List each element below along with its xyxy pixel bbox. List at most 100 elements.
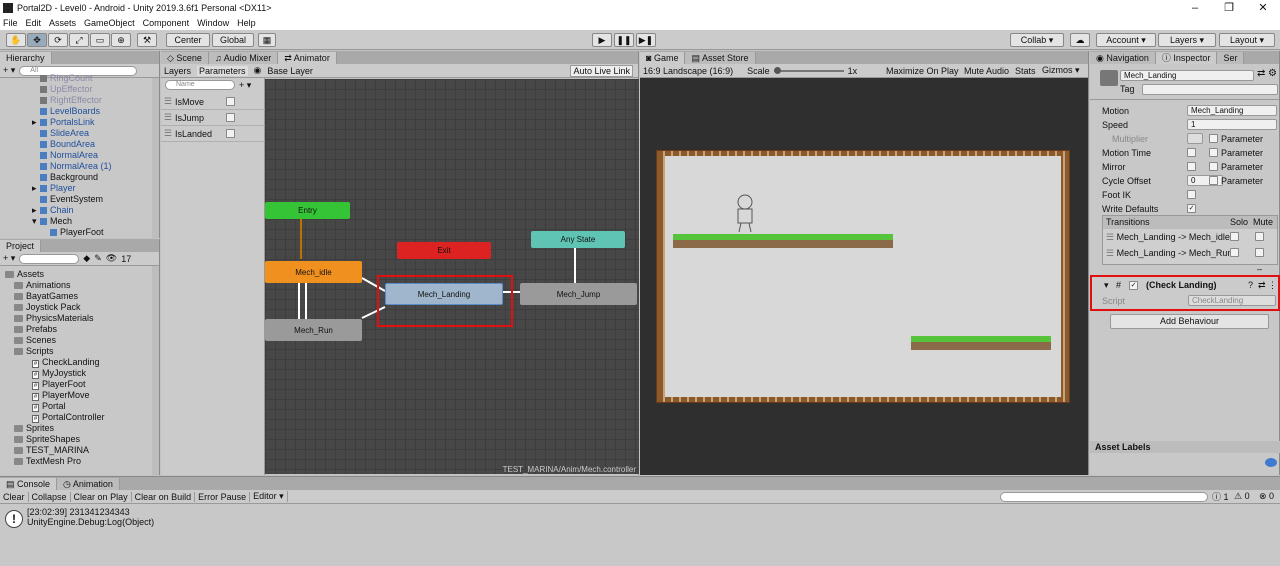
hierarchy-item[interactable]: Chain ▸	[32, 205, 74, 216]
project-item[interactable]: TextMesh Pro	[14, 456, 81, 467]
hierarchy-item[interactable]: LevelBoards	[40, 106, 100, 117]
clear-button[interactable]: Clear	[0, 491, 29, 502]
error-pause-button[interactable]: Error Pause	[195, 491, 251, 502]
state-any[interactable]: Any State	[531, 231, 625, 248]
state-mech-jump[interactable]: Mech_Jump	[520, 283, 637, 305]
base-layer-breadcrumb[interactable]: Base Layer	[267, 66, 313, 76]
state-mech-idle[interactable]: Mech_idle	[265, 261, 362, 283]
tab-animation[interactable]: ◷ Animation	[57, 478, 120, 490]
menu-gameobject[interactable]: GameObject	[84, 18, 135, 28]
auto-live-link-button[interactable]: Auto Live Link	[570, 64, 633, 77]
maximize-button[interactable]: ❐	[1212, 0, 1246, 16]
property-value-field[interactable]: Mech_Landing	[1187, 105, 1277, 116]
multiplier-dropdown[interactable]	[1187, 133, 1203, 144]
expand-arrow-icon[interactable]: ▸	[32, 183, 37, 194]
gizmos-dropdown[interactable]: Gizmos ▾	[1042, 65, 1080, 76]
hierarchy-item[interactable]: PlayerFoot	[50, 227, 104, 238]
game-viewport[interactable]	[656, 150, 1070, 403]
tab-animator[interactable]: ⇄ Animator	[278, 52, 337, 64]
parameter-row[interactable]: ☰ IsMove	[161, 94, 265, 110]
editor-dropdown[interactable]: Editor ▾	[250, 491, 288, 502]
asset-labels-icon[interactable]	[1265, 458, 1277, 467]
minimize-button[interactable]: –	[1178, 0, 1212, 16]
hierarchy-item[interactable]: Mech ▾	[32, 216, 72, 227]
pause-button[interactable]: ❚❚	[614, 33, 634, 47]
drag-handle-icon[interactable]: ☰	[164, 112, 172, 123]
parameter-checkbox[interactable]	[226, 113, 235, 122]
info-count[interactable]: ⓘ 1	[1212, 490, 1229, 503]
state-mech-run[interactable]: Mech_Run	[265, 319, 362, 341]
parameter-toggle-checkbox[interactable]	[1209, 134, 1218, 143]
project-item[interactable]: Scripts	[14, 346, 54, 357]
snap-icon[interactable]: ▦	[258, 33, 276, 47]
tab-asset-store[interactable]: ▤ Asset Store	[685, 52, 756, 64]
hierarchy-item[interactable]: RingCount	[40, 73, 93, 84]
hand-tool-icon[interactable]: ✋	[6, 33, 26, 47]
mute-checkbox[interactable]	[1255, 232, 1264, 241]
state-entry[interactable]: Entry	[265, 202, 350, 219]
hierarchy-item[interactable]: PortalsLink ▸	[32, 117, 95, 128]
parameter-toggle-checkbox[interactable]	[1209, 148, 1218, 157]
state-exit[interactable]: Exit	[397, 242, 491, 259]
hierarchy-item[interactable]: UpEffector	[40, 84, 92, 95]
property-checkbox[interactable]	[1187, 190, 1196, 199]
drag-handle-icon[interactable]: ☰	[1106, 248, 1114, 258]
menu-file[interactable]: File	[3, 18, 18, 28]
project-item[interactable]: # PlayerMove	[32, 390, 90, 401]
log-line-2[interactable]: UnityEngine.Debug:Log(Object)	[27, 517, 154, 527]
mute-audio-button[interactable]: Mute Audio	[964, 66, 1009, 76]
tab-hierarchy[interactable]: Hierarchy	[0, 52, 52, 64]
menu-component[interactable]: Component	[143, 18, 190, 28]
hierarchy-item[interactable]: RightEffector	[40, 95, 102, 106]
log-line-1[interactable]: [23:02:39] 231341234343	[27, 507, 130, 517]
parameter-row[interactable]: ☰ IsJump	[161, 110, 265, 126]
transition-row[interactable]: ☰ Mech_Landing -> Mech_Run	[1103, 245, 1277, 261]
menu-window[interactable]: Window	[197, 18, 229, 28]
project-item[interactable]: Scenes	[14, 335, 56, 346]
project-item[interactable]: Assets	[5, 269, 44, 280]
project-item[interactable]: # PlayerFoot	[32, 379, 86, 390]
pivot-global-button[interactable]: Global	[212, 33, 254, 47]
menu-help[interactable]: Help	[237, 18, 256, 28]
parameter-checkbox[interactable]	[226, 97, 235, 106]
hierarchy-add-button[interactable]: + ▾	[3, 65, 15, 76]
rect-tool-icon[interactable]: ▭	[90, 33, 110, 47]
animator-graph-canvas[interactable]: Entry Exit Any State Mech_idle Mech_Run …	[265, 79, 639, 474]
project-item[interactable]: # Portal	[32, 401, 66, 412]
scale-tool-icon[interactable]: ⤢	[69, 33, 89, 47]
custom-tool-icon[interactable]: ⚒	[137, 33, 157, 47]
remove-transition-button[interactable]: –	[1257, 264, 1262, 274]
property-value-field[interactable]: 1	[1187, 119, 1277, 130]
clear-on-build-button[interactable]: Clear on Build	[132, 491, 196, 502]
tab-navigation[interactable]: ◉ Navigation	[1090, 52, 1156, 64]
project-item[interactable]: # MyJoystick	[32, 368, 86, 379]
console-search-input[interactable]	[1000, 491, 1208, 502]
property-checkbox[interactable]	[1187, 148, 1196, 157]
account-dropdown[interactable]: Account ▾	[1096, 33, 1156, 47]
eye-icon[interactable]: ◉	[254, 65, 262, 76]
expand-arrow-icon[interactable]: ▾	[32, 216, 37, 227]
mute-checkbox[interactable]	[1255, 248, 1264, 257]
hierarchy-item[interactable]: NormalArea (1)	[40, 161, 112, 172]
project-item[interactable]: Joystick Pack	[14, 302, 81, 313]
project-search-input[interactable]	[19, 253, 80, 264]
error-count[interactable]: ⊗ 0	[1259, 491, 1274, 502]
parameter-search-input[interactable]: Name	[165, 80, 235, 90]
drag-handle-icon[interactable]: ☰	[1106, 232, 1114, 242]
solo-checkbox[interactable]	[1230, 232, 1239, 241]
clear-on-play-button[interactable]: Clear on Play	[71, 491, 132, 502]
close-button[interactable]: ✕	[1246, 0, 1280, 16]
parameter-toggle-checkbox[interactable]	[1209, 162, 1218, 171]
layers-dropdown[interactable]: Layers ▾	[1158, 33, 1216, 47]
parameter-row[interactable]: ☰ IsLanded	[161, 126, 265, 142]
tab-services[interactable]: Ser	[1217, 52, 1245, 64]
project-item[interactable]: Sprites	[14, 423, 54, 434]
stats-button[interactable]: Stats	[1015, 66, 1036, 76]
project-item[interactable]: # CheckLanding	[32, 357, 100, 368]
tab-audio-mixer[interactable]: ♫ Audio Mixer	[208, 52, 279, 64]
project-item[interactable]: BayatGames	[14, 291, 78, 302]
layout-dropdown[interactable]: Layout ▾	[1219, 33, 1275, 47]
cloud-icon[interactable]: ☁	[1070, 33, 1090, 47]
hierarchy-item[interactable]: Player ▸	[32, 183, 76, 194]
add-behaviour-button[interactable]: Add Behaviour	[1110, 314, 1269, 329]
